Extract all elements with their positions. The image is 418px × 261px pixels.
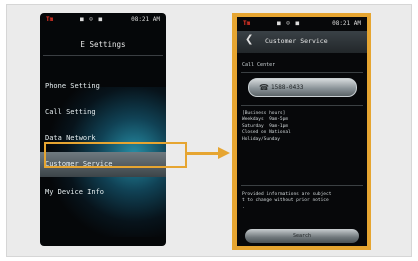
arrow-head-icon [218,147,230,159]
call-button[interactable]: ☎ 1588-0433 [248,78,357,97]
notice-text: Provided informations are subject t to c… [242,192,332,210]
menu-item-call-setting[interactable]: Call Setting [40,100,166,125]
search-button-label: Search [292,233,312,239]
divider [241,185,363,186]
menu-item-my-device-info[interactable]: My Device Info [40,180,166,205]
status-icons: ■ ☺ ■ [80,16,104,23]
page-title: Customer Service [265,37,328,45]
divider [241,105,363,106]
customer-service-screen: Tm ■ ☺ ■ 08:21 AM ❮ Customer Service Cal… [237,17,367,246]
settings-screen: Tm ■ ☺ ■ 08:21 AM E Settings Phone Setti… [40,13,166,246]
selection-highlight-box [44,142,187,168]
carrier-label: Tm [46,16,54,23]
status-icons: ■ ☺ ■ [277,20,301,27]
call-center-label: Call Center [242,62,276,68]
title-divider [43,55,163,56]
business-hours-text: [Business hours] Weekdays 9am-5pm Saturd… [242,111,291,142]
phone-number: 1588-0433 [271,84,304,91]
carrier-label: Tm [243,20,251,27]
search-button[interactable]: Search [245,229,359,243]
arrow-shaft [187,152,219,155]
phone-icon: ☎ [259,83,269,92]
status-time: 08:21 AM [131,16,160,23]
menu-item-phone-setting[interactable]: Phone Setting [40,74,166,99]
page-title: E Settings [80,40,126,49]
divider [241,72,363,73]
status-bar: Tm ■ ☺ ■ 08:21 AM [40,13,166,25]
status-bar: Tm ■ ☺ ■ 08:21 AM [237,17,367,29]
back-arrow-icon[interactable]: ❮ [245,34,253,45]
status-time: 08:21 AM [332,20,361,27]
